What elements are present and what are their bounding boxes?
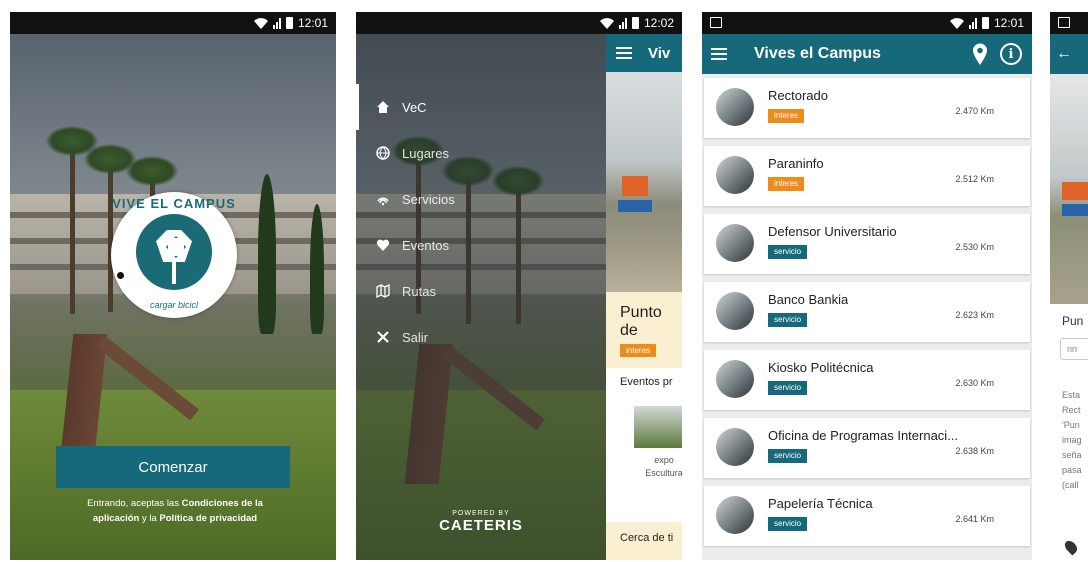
app-title: Viv (648, 44, 671, 62)
battery-icon (285, 17, 293, 29)
status-time: 12:01 (993, 16, 1024, 30)
wifi-icon (253, 17, 268, 29)
menu-icon (711, 48, 727, 60)
place-thumbnail (716, 224, 754, 262)
vive-el-campus-logo: VIVE EL CAMPUS cargar bicicl (111, 192, 237, 318)
event-caption: expo Escultura (645, 455, 682, 478)
drawer-screen: 12:02 Viv Punto de interes Eventos pr ex… (356, 12, 682, 560)
location-pin-icon[interactable] (1062, 538, 1080, 556)
app-bar: ← (1050, 34, 1088, 74)
category-tag: interes (768, 109, 805, 123)
interes-tag: interes (620, 344, 657, 357)
events-heading: Eventos pr (620, 376, 673, 388)
menu-item-eventos[interactable]: Eventos (356, 222, 606, 268)
place-photo (606, 72, 682, 292)
app-bar: Vives el Campus i (702, 34, 1032, 74)
wifi-icon (599, 17, 614, 29)
battery-icon (981, 17, 989, 29)
menu-item-vec[interactable]: VeC (356, 84, 606, 130)
event-thumbnail[interactable] (634, 406, 682, 448)
list-item[interactable]: Oficina de Programas Internaci... servic… (704, 418, 1030, 478)
menu-item-servicios[interactable]: Servicios (356, 176, 606, 222)
category-tag: servicio (768, 381, 808, 395)
splash-screen: 12:01 VIVE EL CAMPUS cargar bicicl Comen… (10, 12, 336, 560)
legal-notice: Entrando, aceptas las Condiciones de la … (87, 498, 263, 524)
places-list-screen: 12:01 Vives el Campus i Rectorado intere… (702, 12, 1032, 560)
wifi-icon (376, 192, 390, 206)
place-thumbnail (716, 88, 754, 126)
menu-button[interactable] (702, 34, 736, 74)
close-icon (376, 330, 390, 344)
nearby-heading: Cerca de ti (606, 522, 682, 560)
home-icon (376, 100, 390, 114)
status-bar (1050, 12, 1088, 34)
signal-icon (618, 17, 627, 29)
menu-item-rutas[interactable]: Rutas (356, 268, 606, 314)
menu-icon[interactable] (616, 47, 632, 59)
status-bar: 12:01 (702, 12, 1032, 34)
list-item[interactable]: Kiosko Politécnica servicio 2.630 Km (704, 350, 1030, 410)
place-photo (1050, 74, 1088, 304)
notification-image-icon (710, 17, 722, 28)
distance: 2.470 Km (955, 106, 994, 116)
place-detail-screen: ← Pun nn Esta Rect 'Pun imag seña pasa (… (1050, 12, 1088, 560)
back-arrow-icon[interactable]: ← (1056, 45, 1072, 63)
place-thumbnail (716, 292, 754, 330)
category-tag: servicio (768, 313, 808, 327)
list-item[interactable]: Rectorado interes 2.470 Km (704, 78, 1030, 138)
place-description: Esta Rect 'Pun imag seña pasa (call (1062, 390, 1082, 490)
place-input[interactable]: nn (1060, 338, 1088, 360)
map-pin-icon[interactable] (972, 43, 988, 65)
powered-by-caeteris: POWERED BY CAETERIS (439, 510, 523, 534)
notification-image-icon (1058, 17, 1070, 28)
start-button[interactable]: Comenzar (56, 446, 290, 488)
status-time: 12:01 (297, 16, 328, 30)
drawer-menu: VeC Lugares Servicios Eventos Rutas Sali… (356, 84, 606, 360)
heart-icon (376, 238, 390, 252)
place-panel[interactable]: Punto de interes (606, 292, 682, 368)
place-thumbnail (716, 360, 754, 398)
menu-item-lugares[interactable]: Lugares (356, 130, 606, 176)
distance: 2.623 Km (955, 310, 994, 320)
category-tag: interes (768, 177, 805, 191)
place-thumbnail (716, 428, 754, 466)
category-tag: servicio (768, 517, 808, 531)
place-thumbnail (716, 156, 754, 194)
distance: 2.641 Km (955, 514, 994, 524)
info-icon[interactable]: i (1000, 43, 1022, 65)
distance: 2.512 Km (955, 174, 994, 184)
battery-icon (631, 17, 639, 29)
list-item[interactable]: Banco Bankia servicio 2.623 Km (704, 282, 1030, 342)
places-list: Rectorado interes 2.470 Km Paraninfo int… (702, 74, 1032, 554)
status-time: 12:02 (643, 16, 674, 30)
place-title: Punto de (620, 304, 662, 339)
wifi-icon (949, 17, 964, 29)
list-item[interactable]: Defensor Universitario servicio 2.530 Km (704, 214, 1030, 274)
status-bar: 12:02 (356, 12, 682, 34)
distance: 2.630 Km (955, 378, 994, 388)
app-title: Vives el Campus (754, 45, 881, 62)
list-item[interactable]: Paraninfo interes 2.512 Km (704, 146, 1030, 206)
menu-item-salir[interactable]: Salir (356, 314, 606, 360)
distance: 2.530 Km (955, 242, 994, 252)
signal-icon (968, 17, 977, 29)
place-thumbnail (716, 496, 754, 534)
map-icon (376, 284, 390, 298)
place-title: Pun (1062, 314, 1084, 328)
category-tag: servicio (768, 245, 808, 259)
category-tag: servicio (768, 449, 808, 463)
privacy-link[interactable]: Política de privacidad (159, 513, 257, 524)
distance: 2.638 Km (955, 446, 994, 456)
home-screen-behind-drawer: Viv Punto de interes Eventos pr expo Esc… (606, 34, 682, 560)
signal-icon (272, 17, 281, 29)
list-item[interactable]: Papelería Técnica servicio 2.641 Km (704, 486, 1030, 546)
globe-icon (376, 146, 390, 160)
status-bar: 12:01 (10, 12, 336, 34)
